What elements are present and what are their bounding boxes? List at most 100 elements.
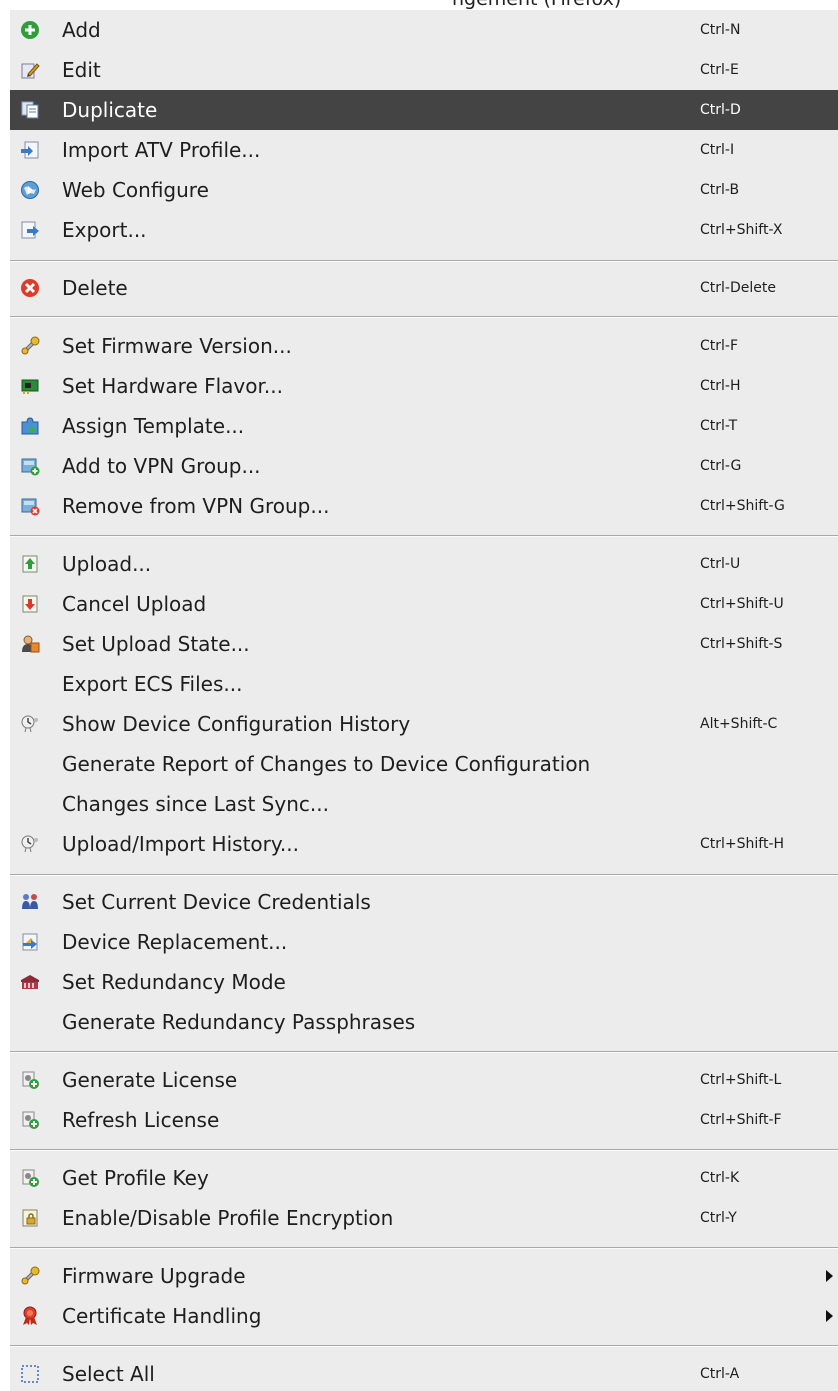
menu-item-shortcut: Ctrl-U bbox=[700, 556, 741, 572]
firmware-icon bbox=[21, 1266, 40, 1285]
delete-icon bbox=[21, 279, 39, 297]
edit-icon bbox=[21, 63, 40, 79]
menu-item-label: Device Replacement... bbox=[62, 930, 288, 954]
menu-item-add[interactable]: Add Ctrl-N bbox=[10, 10, 838, 50]
menu-item-import-atv-profile[interactable]: Import ATV Profile... Ctrl-I bbox=[10, 130, 838, 170]
menu-item-shortcut: Ctrl-Y bbox=[700, 1210, 737, 1226]
menu-item-upload[interactable]: Upload... Ctrl-U bbox=[10, 544, 838, 584]
menu-item-shortcut: Ctrl+Shift-U bbox=[700, 596, 784, 612]
vpn-add-icon bbox=[21, 458, 40, 476]
menu-item-device-replacement[interactable]: Device Replacement... bbox=[10, 922, 838, 962]
menu-item-label: Refresh License bbox=[62, 1108, 220, 1132]
menu-item-label: Set Firmware Version... bbox=[62, 334, 292, 358]
menu-item-label: Cancel Upload bbox=[62, 592, 207, 616]
menu-item-generate-report-of-changes[interactable]: Generate Report of Changes to Device Con… bbox=[10, 744, 838, 784]
history-icon bbox=[21, 715, 38, 733]
hardware-chip-icon bbox=[21, 379, 39, 394]
menu-item-set-upload-state[interactable]: Set Upload State... Ctrl+Shift-S bbox=[10, 624, 838, 664]
menu-item-label: Export ECS Files... bbox=[62, 672, 243, 696]
menu-item-label: Add to VPN Group... bbox=[62, 454, 261, 478]
menu-item-set-firmware-version[interactable]: Set Firmware Version... Ctrl-F bbox=[10, 326, 838, 366]
menu-item-enable-disable-profile-encryption[interactable]: Enable/Disable Profile Encryption Ctrl-Y bbox=[10, 1198, 838, 1238]
certificate-icon bbox=[23, 1306, 37, 1325]
menu-item-refresh-license[interactable]: Refresh License Ctrl+Shift-F bbox=[10, 1100, 838, 1140]
menu-item-shortcut: Ctrl-N bbox=[700, 22, 741, 38]
menu-item-shortcut: Ctrl+Shift-X bbox=[700, 222, 783, 238]
menu-separator bbox=[10, 535, 838, 537]
menu-item-shortcut: Alt+Shift-C bbox=[700, 716, 778, 732]
menu-item-label: Generate Report of Changes to Device Con… bbox=[62, 752, 591, 776]
menu-item-export-ecs-files[interactable]: Export ECS Files... bbox=[10, 664, 838, 704]
cancel-upload-icon bbox=[22, 595, 38, 613]
redundancy-icon bbox=[21, 975, 39, 989]
menu-item-duplicate[interactable]: Duplicate Ctrl-D bbox=[10, 90, 838, 130]
duplicate-icon bbox=[21, 101, 39, 119]
puzzle-icon bbox=[21, 417, 39, 435]
menu-item-shortcut: Ctrl-H bbox=[700, 378, 741, 394]
menu-item-label: Duplicate bbox=[62, 98, 158, 122]
menu-item-add-to-vpn-group[interactable]: Add to VPN Group... Ctrl-G bbox=[10, 446, 838, 486]
menu-separator bbox=[10, 1051, 838, 1053]
add-icon bbox=[21, 21, 39, 39]
history-icon bbox=[21, 835, 38, 853]
menu-item-label: Delete bbox=[62, 276, 128, 300]
web-icon bbox=[21, 181, 39, 199]
menu-item-changes-since-last-sync[interactable]: Changes since Last Sync... bbox=[10, 784, 838, 824]
menu-item-shortcut: Ctrl-A bbox=[700, 1366, 740, 1382]
menu-separator bbox=[10, 1247, 838, 1249]
menu-item-export[interactable]: Export... Ctrl+Shift-X bbox=[10, 210, 838, 250]
menu-item-shortcut: Ctrl-E bbox=[700, 62, 739, 78]
upload-icon bbox=[22, 555, 38, 573]
menu-item-label: Firmware Upgrade bbox=[62, 1264, 246, 1288]
menu-item-certificate-handling[interactable]: Certificate Handling bbox=[10, 1296, 838, 1336]
context-menu: Add Ctrl-N Edit Ctrl-E Duplicate Ctrl-D … bbox=[10, 10, 838, 1391]
menu-item-get-profile-key[interactable]: Get Profile Key Ctrl-K bbox=[10, 1158, 838, 1198]
menu-separator bbox=[10, 316, 838, 318]
menu-item-assign-template[interactable]: Assign Template... Ctrl-T bbox=[10, 406, 838, 446]
menu-separator bbox=[10, 874, 838, 876]
menu-item-label: Add bbox=[62, 18, 101, 42]
menu-item-shortcut: Ctrl+Shift-H bbox=[700, 836, 785, 852]
menu-item-shortcut: Ctrl+Shift-L bbox=[700, 1072, 782, 1088]
menu-item-cancel-upload[interactable]: Cancel Upload Ctrl+Shift-U bbox=[10, 584, 838, 624]
import-icon bbox=[21, 141, 39, 159]
menu-item-label: Web Configure bbox=[62, 178, 209, 202]
menu-item-label: Upload... bbox=[62, 552, 152, 576]
menu-item-shortcut: Ctrl-F bbox=[700, 338, 739, 354]
window-title: ngement (Firefox) bbox=[452, 0, 621, 10]
menu-item-select-all[interactable]: Select All Ctrl-A bbox=[10, 1354, 838, 1391]
menu-item-remove-from-vpn-group[interactable]: Remove from VPN Group... Ctrl+Shift-G bbox=[10, 486, 838, 526]
menu-item-set-redundancy-mode[interactable]: Set Redundancy Mode bbox=[10, 962, 838, 1002]
menu-item-label: Remove from VPN Group... bbox=[62, 494, 330, 518]
menu-item-shortcut: Ctrl+Shift-S bbox=[700, 636, 783, 652]
menu-item-label: Select All bbox=[62, 1362, 155, 1386]
menu-item-generate-redundancy-passphrases[interactable]: Generate Redundancy Passphrases bbox=[10, 1002, 838, 1042]
menu-separator bbox=[10, 1149, 838, 1151]
menu-item-delete[interactable]: Delete Ctrl-Delete bbox=[10, 268, 838, 308]
menu-item-label: Import ATV Profile... bbox=[62, 138, 261, 162]
menu-item-web-configure[interactable]: Web Configure Ctrl-B bbox=[10, 170, 838, 210]
menu-item-label: Set Redundancy Mode bbox=[62, 970, 286, 994]
menu-item-label: Enable/Disable Profile Encryption bbox=[62, 1206, 394, 1230]
menu-item-label: Show Device Configuration History bbox=[62, 712, 411, 736]
license-icon bbox=[22, 1169, 39, 1187]
menu-item-label: Generate Redundancy Passphrases bbox=[62, 1010, 416, 1034]
menu-item-label: Edit bbox=[62, 58, 101, 82]
select-all-icon bbox=[21, 1365, 39, 1383]
submenu-arrow-icon bbox=[826, 1310, 833, 1322]
menu-item-upload-import-history[interactable]: Upload/Import History... Ctrl+Shift-H bbox=[10, 824, 838, 864]
menu-item-set-current-device-credentials[interactable]: Set Current Device Credentials bbox=[10, 882, 838, 922]
menu-item-generate-license[interactable]: Generate License Ctrl+Shift-L bbox=[10, 1060, 838, 1100]
menu-item-shortcut: Ctrl-K bbox=[700, 1170, 740, 1186]
menu-item-label: Assign Template... bbox=[62, 414, 245, 438]
menu-separator bbox=[10, 1345, 838, 1347]
submenu-arrow-icon bbox=[826, 1270, 833, 1282]
menu-item-show-device-configuration-history[interactable]: Show Device Configuration History Alt+Sh… bbox=[10, 704, 838, 744]
menu-item-firmware-upgrade[interactable]: Firmware Upgrade bbox=[10, 1256, 838, 1296]
menu-item-label: Set Hardware Flavor... bbox=[62, 374, 283, 398]
menu-item-label: Upload/Import History... bbox=[62, 832, 299, 856]
menu-item-label: Generate License bbox=[62, 1068, 238, 1092]
menu-item-edit[interactable]: Edit Ctrl-E bbox=[10, 50, 838, 90]
menu-item-shortcut: Ctrl+Shift-F bbox=[700, 1112, 782, 1128]
menu-item-set-hardware-flavor[interactable]: Set Hardware Flavor... Ctrl-H bbox=[10, 366, 838, 406]
